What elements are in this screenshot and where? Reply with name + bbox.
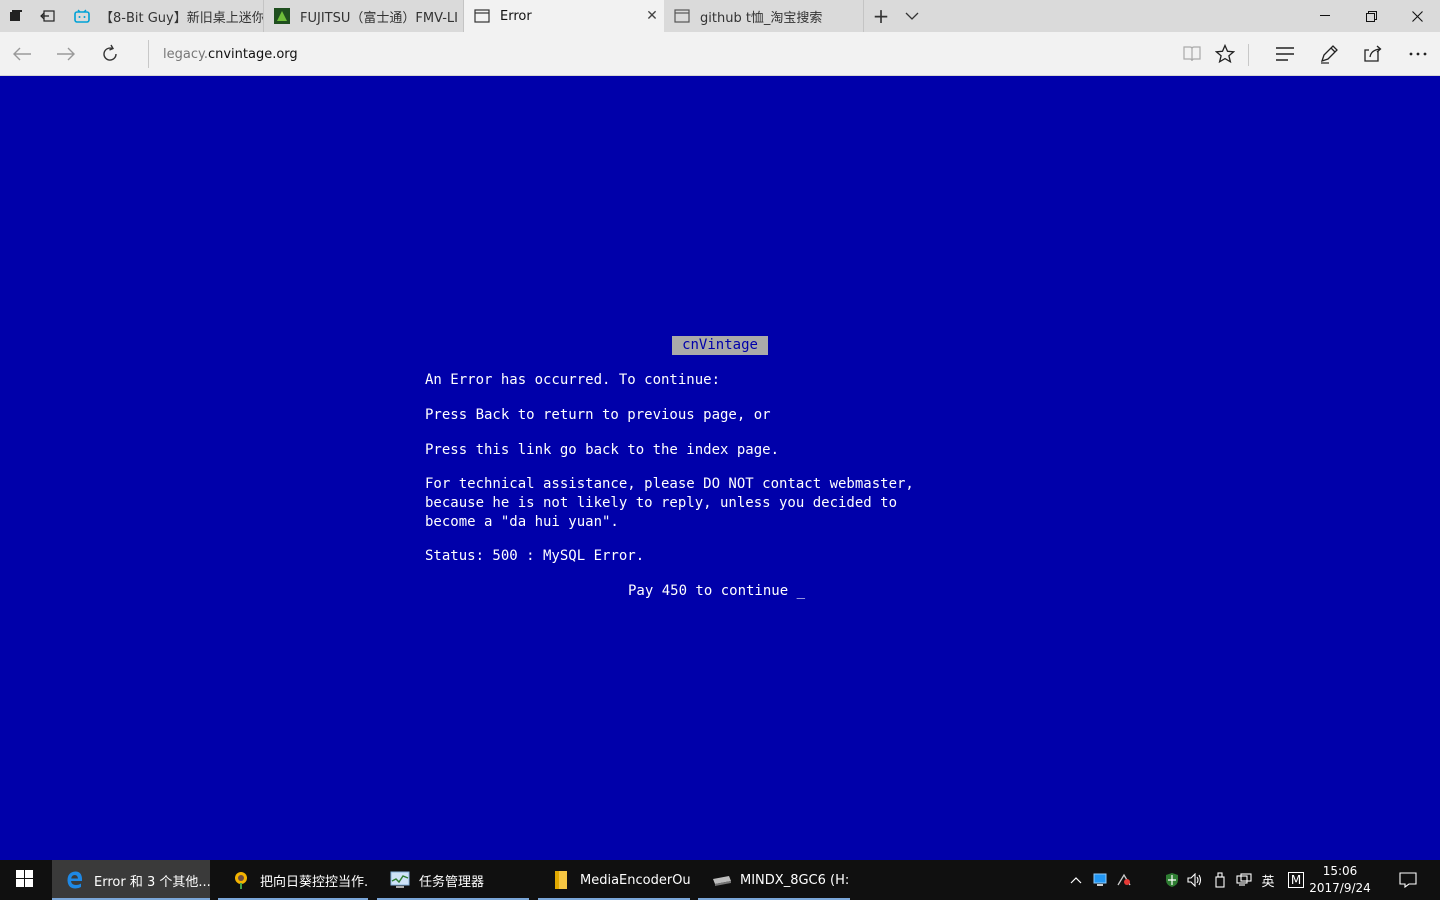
volume-icon[interactable] xyxy=(1186,870,1204,890)
more-options-icon[interactable] xyxy=(1402,38,1434,70)
system-clock[interactable]: 15:06 2017/9/24 xyxy=(1300,863,1380,897)
network-activity-tray-icon[interactable] xyxy=(1115,870,1133,890)
hub-icon[interactable] xyxy=(1269,38,1301,70)
site-brand-label: cnVintage xyxy=(672,336,768,355)
url-subdomain: legacy. xyxy=(163,46,208,62)
taskbar-app-label: MINDX_8GC6 (H:) xyxy=(740,872,850,888)
display-tray-icon[interactable] xyxy=(1091,870,1109,890)
network-icon[interactable] xyxy=(1235,870,1253,890)
assistance-text-3: become a "da hui yuan". xyxy=(425,514,619,530)
task-manager-icon xyxy=(389,869,411,891)
page-icon xyxy=(674,8,690,24)
restore-icon[interactable] xyxy=(1348,0,1394,32)
taskbar-app-sunflower[interactable]: 把向日葵控控当作... xyxy=(218,860,368,900)
start-button[interactable] xyxy=(0,860,48,900)
tab-8bit-guy[interactable]: 【8-Bit Guy】新旧桌上迷你 xyxy=(64,0,264,32)
ime-language-indicator[interactable]: 英 xyxy=(1258,870,1278,890)
show-hidden-icons-chevron-icon[interactable] xyxy=(1067,870,1085,890)
tab-title: Error xyxy=(500,8,532,24)
tab-preview-chevron-icon[interactable] xyxy=(896,0,928,32)
defender-shield-icon[interactable] xyxy=(1163,870,1181,890)
taskbar-app-label: Error 和 3 个其他... xyxy=(94,874,210,890)
clock-time: 15:06 xyxy=(1322,864,1358,878)
bilibili-icon xyxy=(74,8,90,24)
usb-eject-icon[interactable] xyxy=(1211,870,1229,890)
status-text: Status: 500 : MySQL Error. xyxy=(425,548,645,564)
taskbar-app-label: MediaEncoderOu... xyxy=(580,872,690,888)
minimize-icon[interactable] xyxy=(1302,0,1348,32)
action-center-icon[interactable] xyxy=(1398,870,1418,890)
close-tab-icon[interactable]: ✕ xyxy=(640,8,664,24)
tab-fujitsu[interactable]: FUJITSU（富士通）FMV-LI xyxy=(264,0,464,32)
address-bar: legacy. cnvintage.org xyxy=(0,32,1440,76)
windows-logo-icon xyxy=(16,869,33,891)
taskbar-app-drive[interactable]: MINDX_8GC6 (H:) xyxy=(698,860,850,900)
assistance-text-1: For technical assistance, please DO NOT … xyxy=(425,476,914,492)
index-link-text[interactable]: Press this link go back to the index pag… xyxy=(425,441,779,460)
tab-error[interactable]: Error ✕ xyxy=(464,0,664,32)
error-page: cnVintage An Error has occurred. To cont… xyxy=(0,77,1440,860)
new-tab-icon[interactable]: + xyxy=(865,0,897,32)
back-icon[interactable] xyxy=(6,38,38,70)
tab-title: FUJITSU（富士通）FMV-LI xyxy=(300,10,458,26)
share-icon[interactable] xyxy=(1357,38,1389,70)
leaf-icon xyxy=(274,8,290,24)
folder-icon xyxy=(550,869,572,891)
close-window-icon[interactable] xyxy=(1394,0,1440,32)
taskbar-app-task-manager[interactable]: 任务管理器 xyxy=(377,860,529,900)
error-heading: An Error has occurred. To continue: xyxy=(425,372,721,388)
taskbar-app-folder[interactable]: MediaEncoderOu... xyxy=(538,860,690,900)
refresh-icon[interactable] xyxy=(94,38,126,70)
assistance-text-2: because he is not likely to reply, unles… xyxy=(425,495,898,511)
pay-prompt: Pay 450 to continue _ xyxy=(628,583,806,599)
url-domain: cnvintage.org xyxy=(207,46,298,62)
taskbar-app-label: 把向日葵控控当作... xyxy=(260,874,368,890)
page-icon xyxy=(474,8,490,24)
tab-title: 【8-Bit Guy】新旧桌上迷你 xyxy=(100,10,263,26)
taskbar-app-label: 任务管理器 xyxy=(419,874,485,890)
web-note-icon[interactable] xyxy=(1313,38,1345,70)
taskbar-app-edge[interactable]: Error 和 3 个其他... xyxy=(52,860,210,900)
taskbar: Error 和 3 个其他... 把向日葵控控当作... 任务管理器 Media… xyxy=(0,860,1440,900)
favorite-star-icon[interactable] xyxy=(1209,38,1241,70)
drive-icon xyxy=(710,869,732,891)
url-field[interactable]: legacy. cnvintage.org xyxy=(148,40,298,68)
toolbar-divider xyxy=(1248,44,1249,66)
tab-title: github t恤_淘宝搜索 xyxy=(700,10,823,26)
reading-view-icon[interactable] xyxy=(1176,38,1208,70)
clock-date: 2017/9/24 xyxy=(1309,881,1371,895)
tab-bar: 【8-Bit Guy】新旧桌上迷你 FUJITSU（富士通）FMV-LI Err… xyxy=(0,0,1440,32)
set-tabs-aside-icon[interactable] xyxy=(32,0,64,32)
tab-github-taobao[interactable]: github t恤_淘宝搜索 xyxy=(664,0,864,32)
back-instruction: Press Back to return to previous page, o… xyxy=(425,407,771,423)
tabs-aside-icon[interactable] xyxy=(0,0,32,32)
edge-icon xyxy=(64,869,86,891)
forward-icon[interactable] xyxy=(50,38,82,70)
sunflower-icon xyxy=(230,869,252,891)
